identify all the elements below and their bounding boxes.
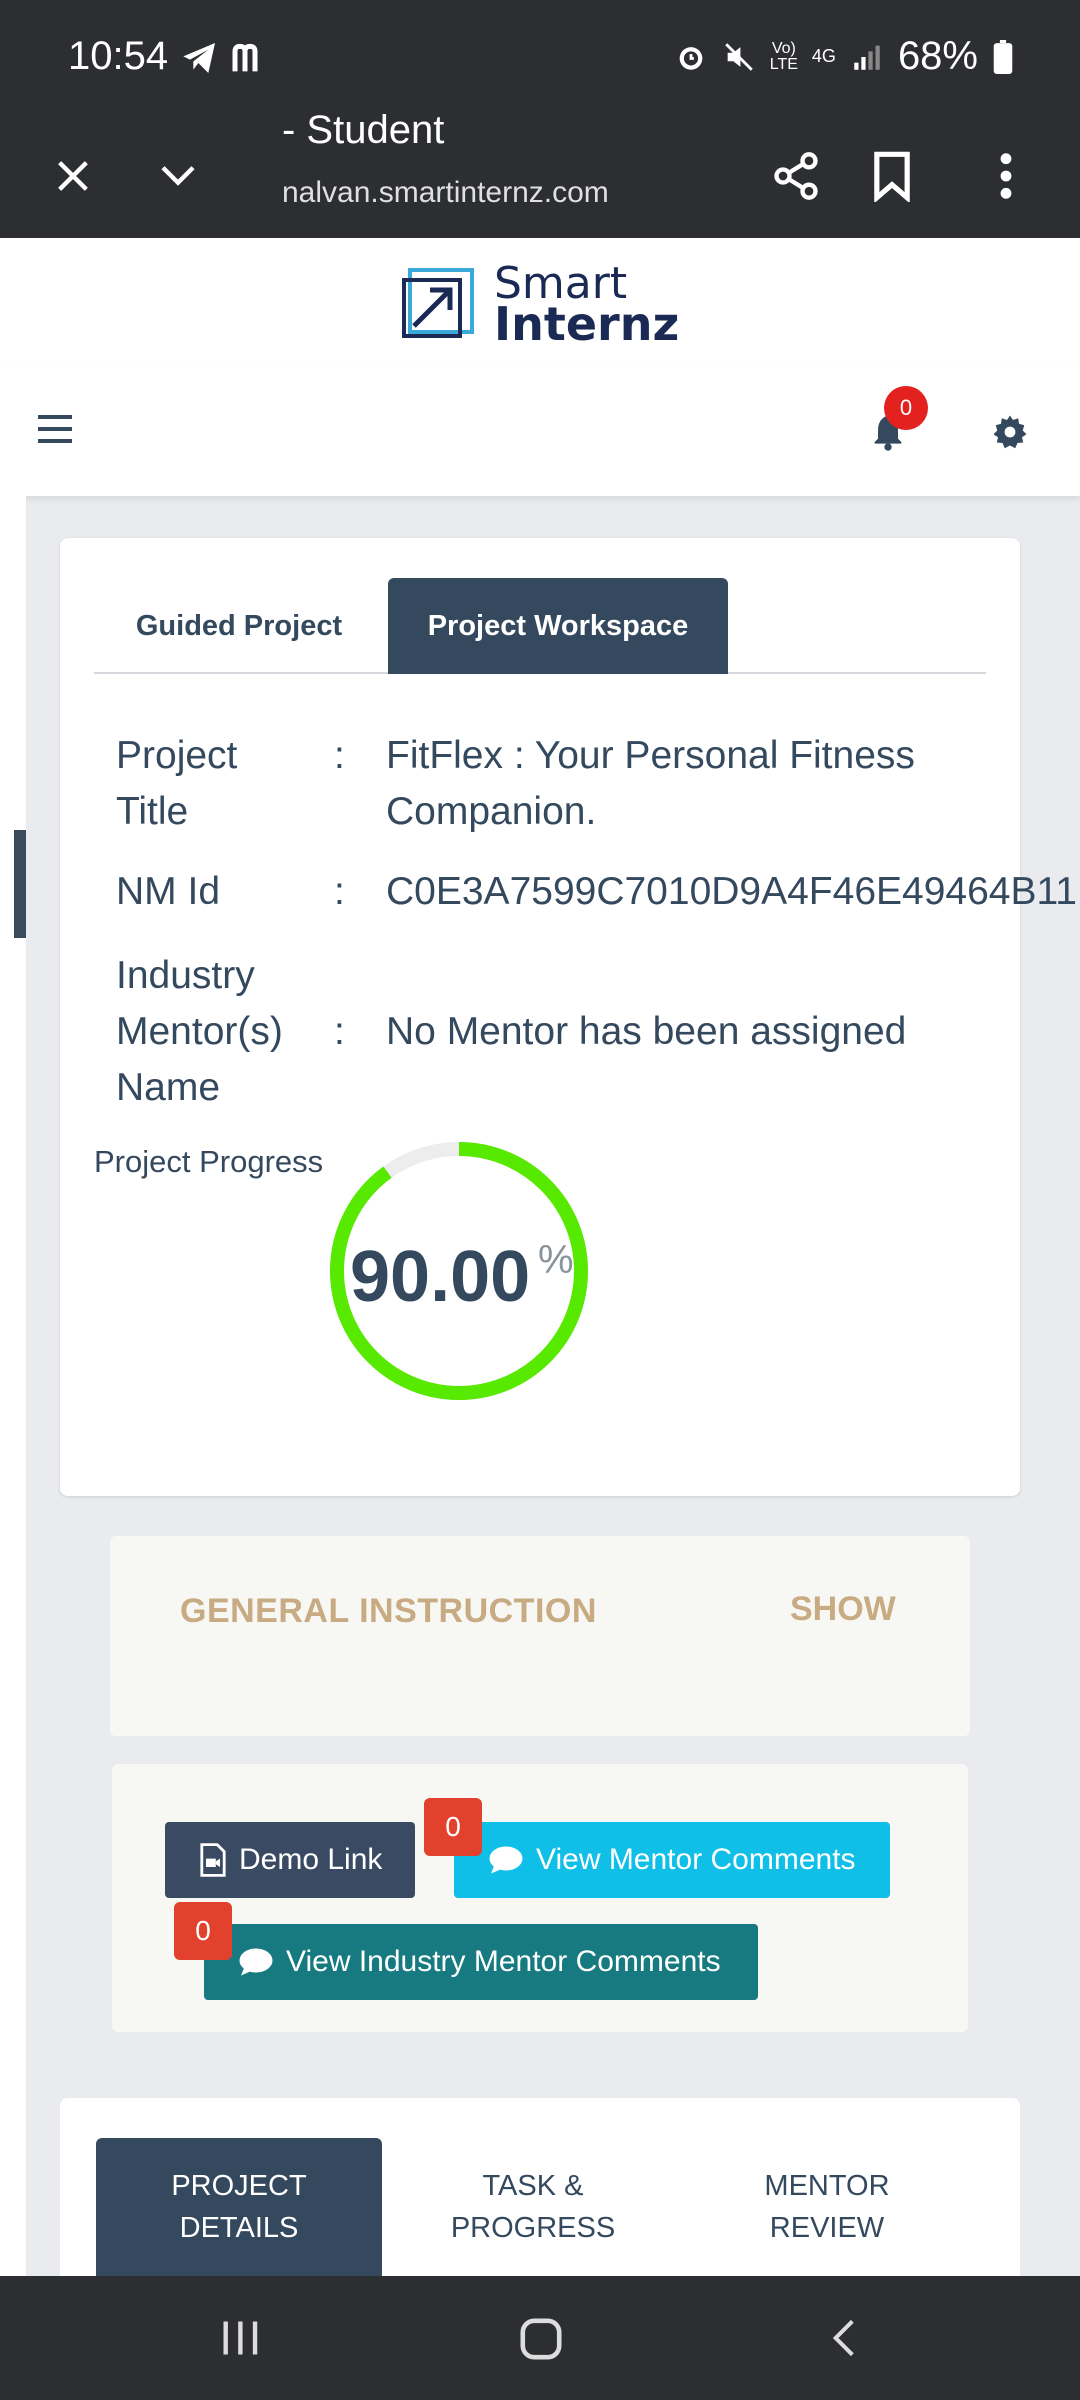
logo-mark-icon	[402, 268, 474, 338]
view-industry-mentor-comments-button[interactable]: View Industry Mentor Comments	[204, 1924, 758, 2000]
project-tabs: Guided Project Project Workspace	[94, 578, 986, 674]
telegram-icon	[183, 43, 215, 73]
url-host[interactable]: nalvan.smartinternz.com	[282, 176, 609, 210]
general-instruction-panel: GENERAL INSTRUCTION SHOW	[110, 1536, 970, 1736]
home-icon[interactable]	[518, 2316, 564, 2362]
status-time: 10:54	[68, 34, 169, 78]
tab-label-line: PROJECT	[171, 2170, 307, 2202]
browser-chrome: 10:54 Vo) LTE 4G 68% - Student nalvan.sm…	[0, 0, 1080, 238]
progress-unit: %	[538, 1238, 574, 1282]
status-left-icons	[180, 38, 270, 78]
m-app-icon	[232, 43, 258, 72]
project-card: Guided Project Project Workspace Project…	[60, 538, 1077, 1496]
nm-id-value: C0E3A7599C7010D9A4F46E49464B11	[386, 870, 1077, 913]
bookmark-button[interactable]	[852, 136, 932, 216]
mute-icon	[725, 42, 753, 71]
close-icon	[58, 161, 88, 191]
recent-apps-icon[interactable]	[218, 2316, 262, 2360]
tab-project-details[interactable]: PROJECT DETAILS	[96, 2138, 382, 2276]
site-logo-bar: Smart Internz	[0, 238, 1080, 366]
site-nav-bar: 0	[0, 366, 1080, 496]
alarm-icon	[679, 46, 703, 70]
gear-icon[interactable]	[992, 414, 1028, 450]
tab-project-workspace[interactable]: Project Workspace	[388, 578, 728, 674]
industry-comments-count-badge: 0	[174, 1902, 232, 1960]
industry-mentor-label: Industry Mentor(s) Name	[116, 954, 283, 1109]
menu-icon[interactable]	[38, 414, 72, 444]
tab-label-line: MENTOR	[764, 2170, 890, 2202]
separator: :	[334, 734, 345, 777]
mentor-comments-count-badge: 0	[424, 1798, 482, 1856]
project-title-value-line1: FitFlex : Your Personal Fitness	[386, 734, 915, 777]
tab-label-line: PROGRESS	[450, 2212, 616, 2244]
logo-text: Smart Internz	[494, 262, 680, 351]
progress-label: Project Progress	[94, 1144, 324, 1179]
tab-guided-project[interactable]: Guided Project	[94, 578, 384, 674]
bookmark-icon	[874, 151, 910, 202]
share-icon	[774, 152, 818, 200]
chevron-down-icon	[161, 166, 195, 186]
more-options-button[interactable]	[966, 136, 1046, 216]
separator: :	[334, 1010, 345, 1053]
project-title-label: Project Title	[116, 734, 238, 833]
battery-percent: 68%	[897, 34, 978, 78]
action-buttons-panel: Demo Link View Mentor Comments 0 View In…	[112, 1764, 968, 2032]
left-rail	[0, 496, 26, 2276]
more-vertical-icon	[1000, 153, 1012, 199]
status-bar: 10:54 Vo) LTE 4G 68%	[0, 0, 1080, 120]
network-type: 4G	[811, 46, 836, 66]
file-video-icon	[200, 1843, 226, 1877]
tab-mentor-review[interactable]: MENTOR REVIEW	[684, 2138, 970, 2276]
tab-label-line: REVIEW	[769, 2212, 885, 2244]
minimize-tab-button[interactable]	[138, 136, 218, 216]
tab-label-line: TASK &	[482, 2170, 584, 2202]
battery-icon	[993, 39, 1013, 74]
view-mentor-comments-label: View Mentor Comments	[536, 1843, 856, 1876]
notification-badge: 0	[884, 386, 928, 430]
details-tabs-card: PROJECT DETAILS TASK & PROGRESS MENTOR REVI…	[60, 2098, 1020, 2276]
demo-link-label: Demo Link	[239, 1843, 383, 1876]
demo-link-button[interactable]: Demo Link	[165, 1822, 415, 1898]
tab-task-progress[interactable]: TASK & PROGRESS	[390, 2138, 676, 2276]
system-nav-bar	[0, 2276, 1080, 2400]
project-title-value-line2: Companion.	[386, 790, 597, 833]
industry-mentor-value: No Mentor has been assigned	[386, 1010, 907, 1053]
view-industry-mentor-comments-label: View Industry Mentor Comments	[286, 1945, 721, 1978]
progress-value: 90.00	[350, 1237, 531, 1317]
sidebar-handle[interactable]	[14, 830, 26, 938]
logo-line2: Internz	[494, 297, 680, 351]
share-button[interactable]	[756, 136, 836, 216]
tab-label-line: DETAILS	[179, 2212, 299, 2244]
page-title: - Student	[282, 108, 445, 152]
show-instruction-toggle[interactable]: SHOW	[790, 1590, 896, 1629]
comment-icon	[489, 1846, 523, 1874]
nm-id-label: NM Id	[116, 870, 221, 913]
back-icon[interactable]	[824, 2316, 864, 2360]
signal-icon	[854, 45, 880, 70]
comment-icon	[239, 1948, 273, 1976]
status-right-icons: Vo) LTE 4G 68%	[674, 34, 1014, 79]
view-mentor-comments-button[interactable]: View Mentor Comments	[454, 1822, 890, 1898]
smartinternz-logo[interactable]: Smart Internz	[400, 262, 680, 351]
separator: :	[334, 870, 345, 913]
project-title-value: FitFlex : Your Personal Fitness Companio…	[386, 728, 915, 840]
general-instruction-title: GENERAL INSTRUCTION	[180, 1592, 597, 1630]
close-tab-button[interactable]	[33, 136, 113, 216]
volte-icon: Vo) LTE	[769, 39, 798, 73]
